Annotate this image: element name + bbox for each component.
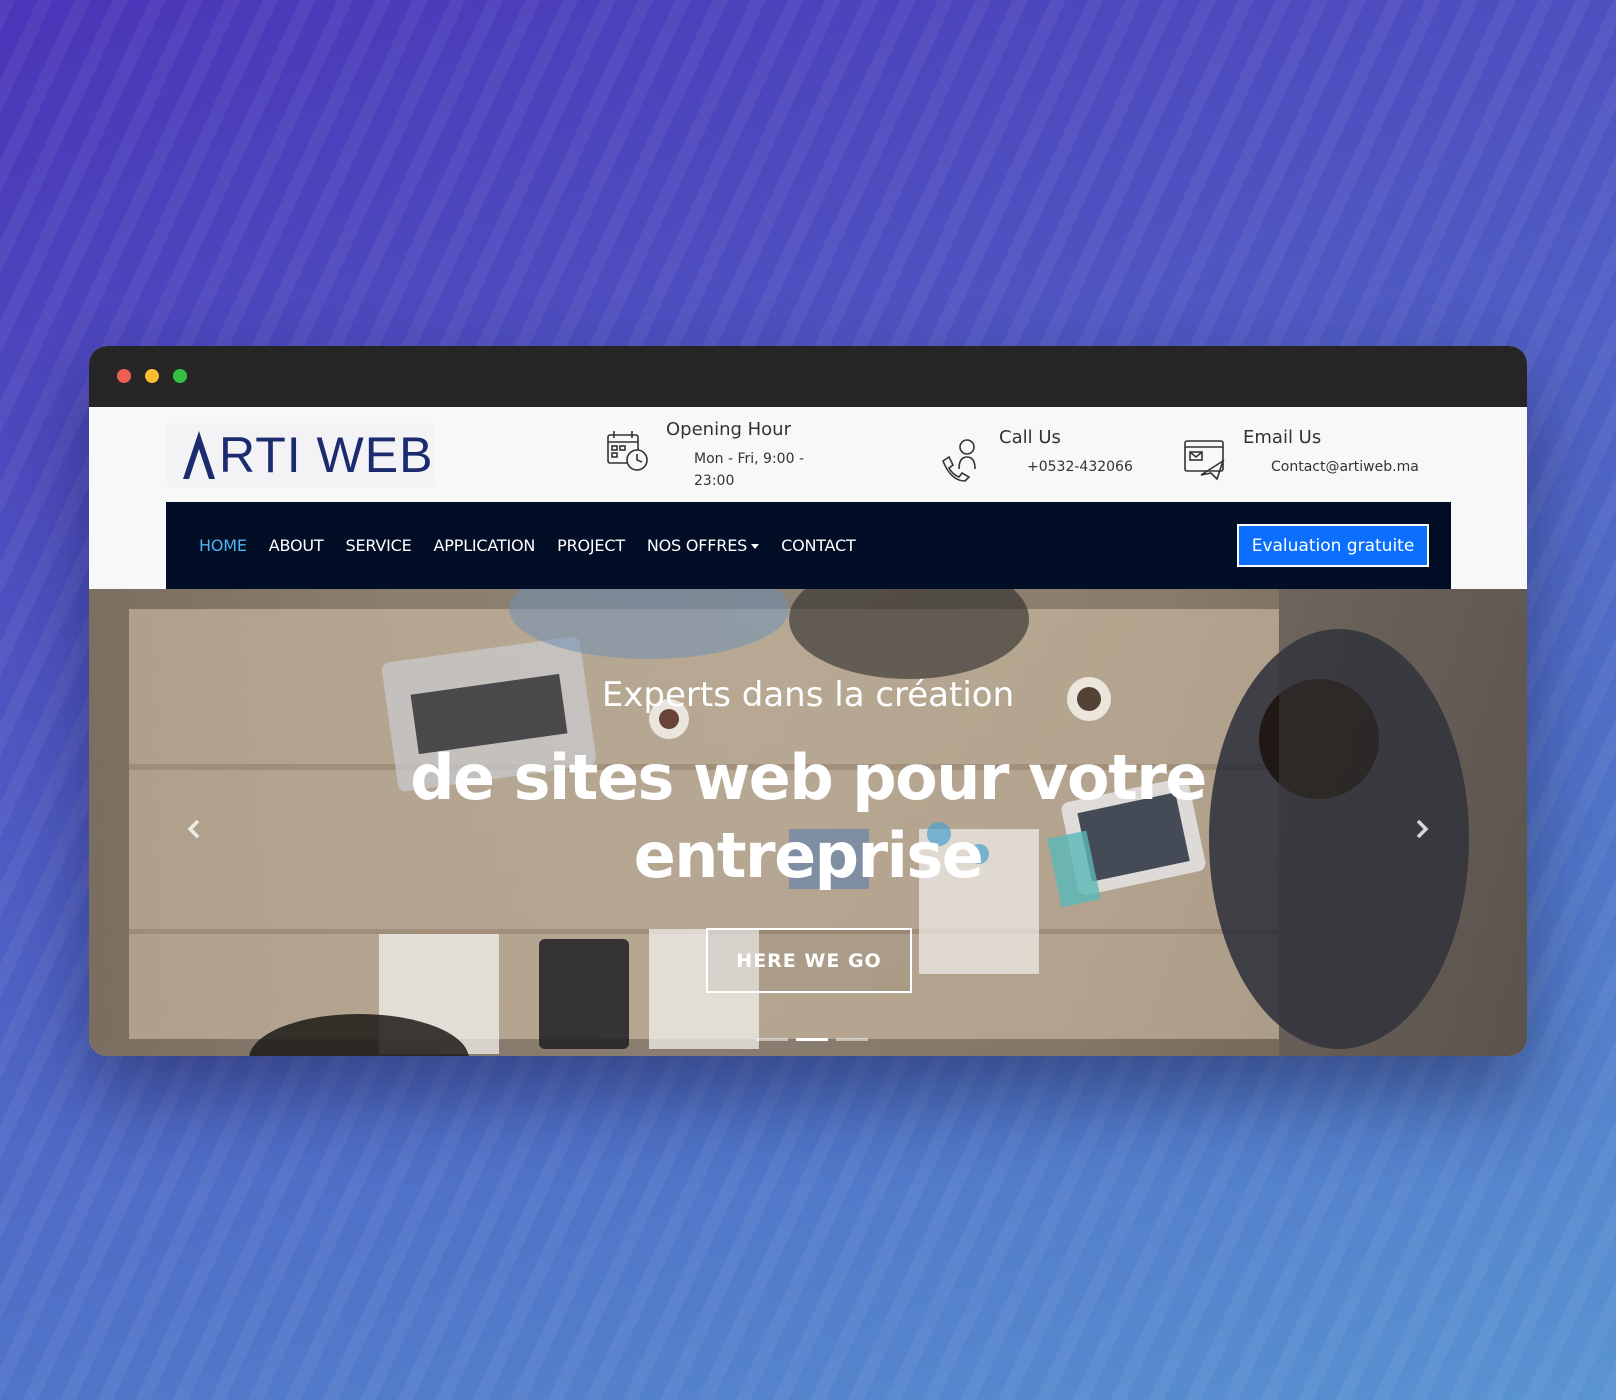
email-address[interactable]: Contact@artiweb.ma	[1271, 456, 1419, 478]
minimize-window-button[interactable]	[145, 369, 159, 383]
hero-carousel: Experts dans la création de sites web po…	[89, 589, 1527, 1056]
carousel-indicators	[756, 1038, 868, 1041]
nav-nos-offres[interactable]: NOS OFFRES	[646, 536, 760, 555]
carousel-indicator-3[interactable]	[836, 1038, 868, 1041]
close-window-button[interactable]	[117, 369, 131, 383]
site-logo[interactable]: RTI WEB	[167, 423, 435, 487]
site-topbar: RTI WEB Opening Hour Mon - Fri, 9:00 - 2…	[89, 407, 1527, 502]
main-navbar: HOME ABOUT SERVICE APPLICATION PROJECT N…	[166, 502, 1451, 589]
email-icon	[1184, 440, 1225, 481]
carousel-prev-icon[interactable]	[179, 814, 209, 844]
nav-project[interactable]: PROJECT	[557, 536, 625, 555]
opening-hours-info: Opening Hour Mon - Fri, 9:00 - 23:00	[604, 419, 814, 492]
logo-arrow-icon	[183, 431, 215, 479]
here-we-go-button[interactable]: HERE WE GO	[706, 928, 912, 993]
hero-title: de sites web pour votre entreprise	[89, 739, 1527, 895]
window-titlebar	[89, 346, 1527, 407]
maximize-window-button[interactable]	[173, 369, 187, 383]
opening-hours-title: Opening Hour	[666, 419, 791, 440]
nav-about[interactable]: ABOUT	[269, 536, 324, 555]
nav-contact[interactable]: CONTACT	[781, 536, 856, 555]
hero-title-line-1: de sites web pour votre	[410, 741, 1207, 814]
carousel-indicator-1[interactable]	[756, 1038, 788, 1041]
call-us-info: Call Us +0532-432066	[937, 427, 1133, 483]
call-us-title: Call Us	[999, 427, 1061, 448]
browser-window: RTI WEB Opening Hour Mon - Fri, 9:00 - 2…	[89, 346, 1527, 1056]
logo-text: RTI WEB	[219, 427, 434, 483]
hero-subtitle: Experts dans la création	[601, 675, 1015, 715]
email-us-info: Email Us Contact@artiweb.ma	[1181, 427, 1419, 483]
chevron-down-icon	[751, 544, 760, 549]
hero-title-line-2: entreprise	[633, 819, 984, 892]
nav-service[interactable]: SERVICE	[345, 536, 411, 555]
nav-home[interactable]: HOME	[199, 536, 247, 555]
calendar-clock-icon	[607, 431, 648, 471]
opening-hours-value: Mon - Fri, 9:00 - 23:00	[694, 451, 804, 489]
phone-support-icon	[942, 439, 976, 482]
nav-application[interactable]: APPLICATION	[434, 536, 536, 555]
email-us-title: Email Us	[1243, 427, 1322, 448]
carousel-indicator-2[interactable]	[796, 1038, 828, 1041]
phone-number[interactable]: +0532-432066	[1027, 456, 1133, 478]
evaluation-gratuite-button[interactable]: Evaluation gratuite	[1237, 524, 1429, 567]
carousel-next-icon[interactable]	[1407, 814, 1437, 844]
nav-nos-offres-label: NOS OFFRES	[646, 536, 748, 555]
